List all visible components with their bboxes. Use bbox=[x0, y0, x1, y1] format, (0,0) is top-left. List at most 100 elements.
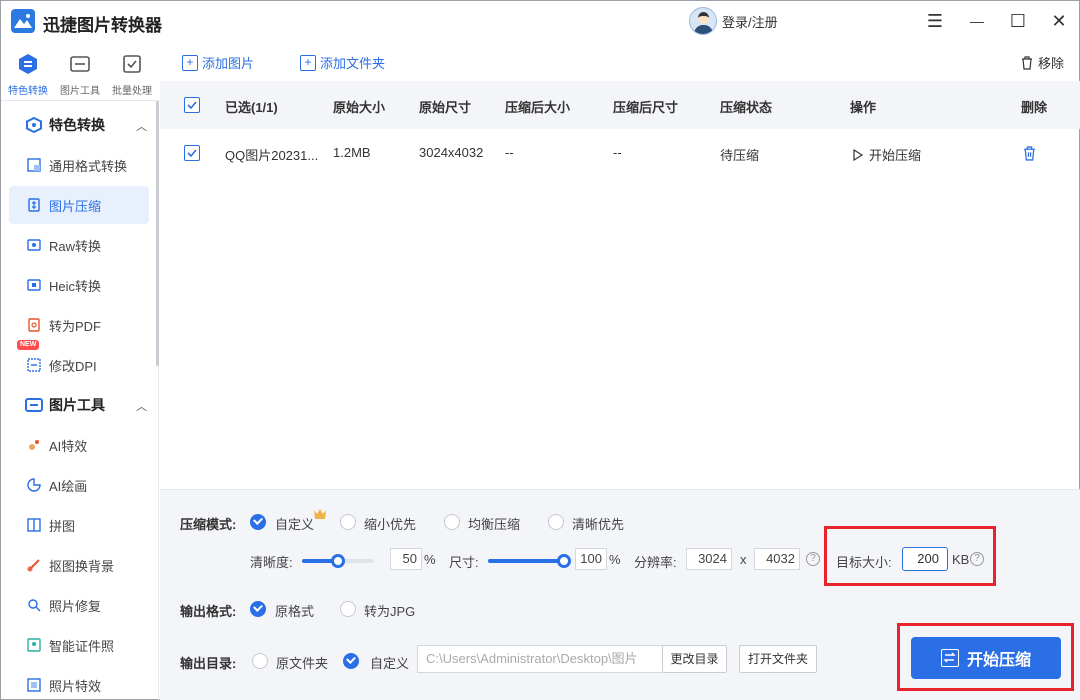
select-all-checkbox[interactable] bbox=[184, 97, 200, 113]
sidebar-item-pdf[interactable]: 转为PDF bbox=[9, 306, 149, 344]
dir-custom-label[interactable]: 自定义 bbox=[370, 653, 409, 672]
sidebar-item-raw[interactable]: Raw转换 bbox=[9, 226, 149, 264]
sidebar-item-repair[interactable]: 照片修复 bbox=[9, 586, 149, 624]
mode-shrink-radio[interactable] bbox=[340, 514, 356, 530]
format-original-radio[interactable] bbox=[250, 601, 266, 617]
hexagon-icon bbox=[19, 54, 37, 74]
format-convert-icon bbox=[27, 158, 41, 172]
format-original-label[interactable]: 原格式 bbox=[275, 601, 314, 620]
row-checkbox[interactable] bbox=[184, 145, 200, 161]
mode-custom-radio[interactable] bbox=[250, 514, 266, 530]
sidebar-item-id-photo[interactable]: 智能证件照 bbox=[9, 626, 149, 664]
clarity-label: 清晰度: bbox=[250, 555, 293, 570]
dir-custom-radio[interactable] bbox=[343, 653, 359, 669]
sidebar-section-tools[interactable]: 图片工具 ︿ bbox=[1, 385, 157, 425]
mode-clarity-label[interactable]: 清晰优先 bbox=[572, 514, 624, 533]
size-value[interactable]: 100 bbox=[575, 548, 607, 570]
output-format-label: 输出格式: bbox=[180, 604, 237, 619]
login-button[interactable]: 登录/注册 bbox=[689, 7, 778, 35]
convert-icon bbox=[940, 649, 959, 667]
sidebar-item-photo-effect[interactable]: 照片特效 bbox=[9, 666, 149, 700]
row-start-button[interactable]: 开始压缩 bbox=[852, 145, 921, 164]
resolution-height[interactable]: 4032 bbox=[754, 548, 800, 570]
help-icon[interactable]: ? bbox=[806, 552, 820, 566]
sidebar-item-label: Raw转换 bbox=[49, 238, 102, 254]
tab-feature-convert[interactable]: 特色转换 bbox=[2, 53, 54, 97]
add-image-label: 添加图片 bbox=[202, 56, 255, 71]
compressed-size: -- bbox=[505, 145, 514, 160]
sidebar-item-label: 通用格式转换 bbox=[49, 158, 128, 174]
row-delete-button[interactable] bbox=[1022, 146, 1037, 164]
add-image-button[interactable]: + 添加图片 bbox=[182, 53, 254, 72]
settings-panel: 压缩模式: 自定义 缩小优先 均衡压缩 清晰优先 清晰度: 50 % 尺寸: 1… bbox=[160, 489, 1080, 700]
app-title: 迅捷图片转换器 bbox=[43, 16, 162, 35]
chevron-up-icon: ︿ bbox=[136, 121, 147, 133]
sidebar-item-label: Heic转换 bbox=[49, 278, 102, 294]
sidebar-item-ai-paint[interactable]: AI绘画 bbox=[9, 466, 149, 504]
add-folder-label: 添加文件夹 bbox=[320, 56, 386, 71]
row-start-label: 开始压缩 bbox=[869, 148, 922, 163]
compress-icon bbox=[28, 198, 40, 212]
target-size-unit: KB bbox=[952, 552, 970, 567]
sidebar-item-label: 转为PDF bbox=[49, 318, 102, 334]
format-jpg-label[interactable]: 转为JPG bbox=[364, 601, 415, 620]
format-jpg-radio[interactable] bbox=[340, 601, 356, 617]
output-dir-label: 输出目录: bbox=[180, 656, 237, 671]
clarity-unit: % bbox=[424, 552, 436, 567]
check-icon bbox=[187, 149, 197, 158]
tab-image-tools[interactable]: 图片工具 bbox=[54, 53, 106, 97]
file-size: 1.2MB bbox=[333, 145, 371, 160]
target-size-input[interactable]: 200 bbox=[902, 547, 948, 571]
cutout-icon bbox=[27, 559, 40, 572]
clarity-knob[interactable] bbox=[331, 554, 345, 568]
new-badge: NEW bbox=[17, 340, 40, 350]
sidebar-item-label: 照片修复 bbox=[49, 598, 102, 614]
paint-icon bbox=[27, 478, 41, 492]
dir-original-radio[interactable] bbox=[252, 653, 268, 669]
mode-shrink-label[interactable]: 缩小优先 bbox=[364, 514, 416, 533]
sidebar-item-label: 拼图 bbox=[49, 518, 76, 534]
app-logo-icon bbox=[11, 9, 35, 33]
sidebar-item-heic[interactable]: Heic转换 bbox=[9, 266, 149, 304]
batch-icon bbox=[123, 55, 141, 73]
menu-icon[interactable]: ☰ bbox=[923, 9, 947, 33]
sidebar-item-cutout[interactable]: 抠图换背景 bbox=[9, 546, 149, 584]
sidebar-item-ai-effect[interactable]: AI特效 bbox=[9, 426, 149, 464]
help-icon[interactable]: ? bbox=[970, 552, 984, 566]
size-slider[interactable] bbox=[488, 554, 571, 568]
start-compress-button[interactable]: 开始压缩 bbox=[911, 637, 1061, 679]
sidebar-item-dpi[interactable]: NEW 修改DPI bbox=[9, 340, 149, 384]
maximize-icon[interactable]: ☐ bbox=[1006, 9, 1030, 33]
resolution-label: 分辨率: bbox=[634, 555, 677, 570]
resolution-width[interactable]: 3024 bbox=[686, 548, 732, 570]
clarity-value[interactable]: 50 bbox=[390, 548, 422, 570]
app-window: 迅捷图片转换器 登录/注册 ☰ — ☐ ✕ 特色转换 图片工具 批量处理 特色转… bbox=[0, 0, 1080, 700]
mode-balanced-label[interactable]: 均衡压缩 bbox=[468, 514, 520, 533]
header-orig-dim: 原始尺寸 bbox=[419, 100, 472, 115]
tab-batch[interactable]: 批量处理 bbox=[106, 53, 158, 97]
mode-custom-label[interactable]: 自定义 bbox=[275, 514, 314, 533]
play-icon bbox=[853, 148, 864, 161]
trash-icon bbox=[1024, 146, 1035, 161]
sidebar-item-format[interactable]: 通用格式转换 bbox=[9, 146, 149, 184]
close-icon[interactable]: ✕ bbox=[1047, 9, 1071, 33]
dir-original-label[interactable]: 原文件夹 bbox=[276, 653, 328, 672]
change-dir-button[interactable]: 更改目录 bbox=[662, 645, 727, 673]
target-size-label: 目标大小: bbox=[836, 555, 892, 570]
size-label: 尺寸: bbox=[449, 555, 479, 570]
open-folder-button[interactable]: 打开文件夹 bbox=[739, 645, 817, 673]
mode-balanced-radio[interactable] bbox=[444, 514, 460, 530]
sidebar-item-compress[interactable]: 图片压缩 bbox=[9, 186, 149, 224]
add-folder-button[interactable]: + 添加文件夹 bbox=[300, 53, 385, 72]
mode-clarity-radio[interactable] bbox=[548, 514, 564, 530]
sparkle-icon bbox=[29, 440, 39, 450]
compress-status: 待压缩 bbox=[720, 148, 760, 163]
output-path-input[interactable]: C:\Users\Administrator\Desktop\图片 bbox=[417, 645, 663, 673]
size-knob[interactable] bbox=[557, 554, 571, 568]
sidebar-section-feature[interactable]: 特色转换 ︿ bbox=[1, 105, 157, 145]
clarity-slider[interactable] bbox=[302, 554, 374, 568]
remove-button[interactable]: 移除 bbox=[1020, 53, 1064, 72]
sidebar-item-collage[interactable]: 拼图 bbox=[9, 506, 149, 544]
file-name: QQ图片20231... bbox=[225, 148, 319, 163]
minimize-icon[interactable]: — bbox=[965, 9, 989, 33]
